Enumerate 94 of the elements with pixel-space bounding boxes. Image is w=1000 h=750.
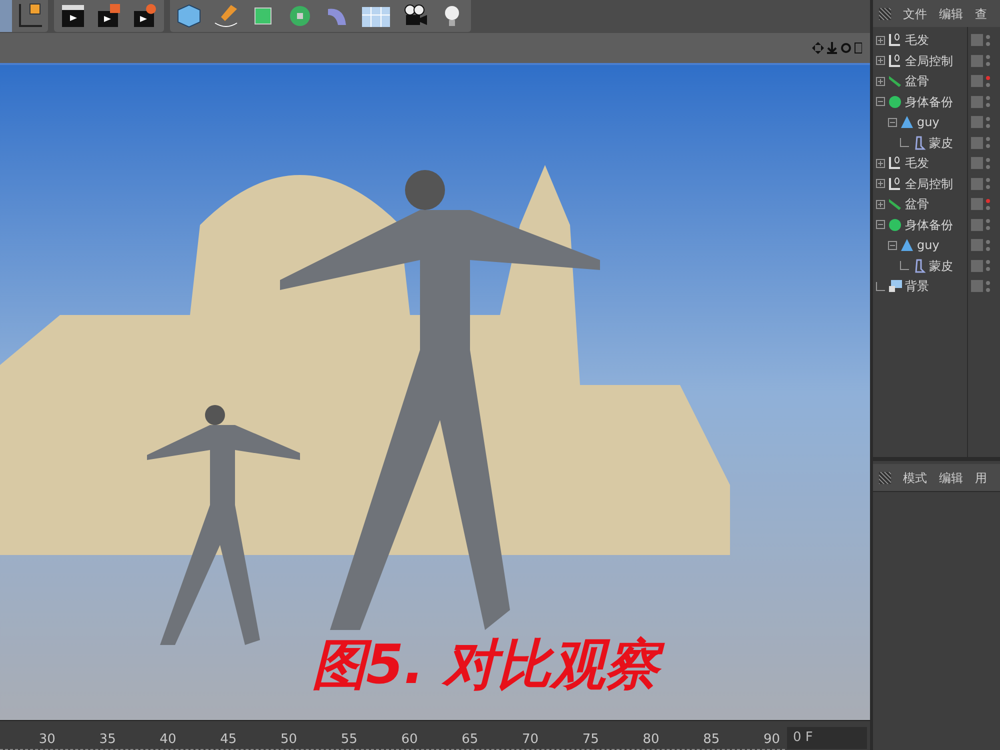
layer-icon[interactable] xyxy=(971,136,983,149)
expand-toggle-icon[interactable] xyxy=(876,56,885,66)
layer-icon[interactable] xyxy=(971,157,983,170)
layer-icon[interactable] xyxy=(971,280,983,292)
frame-number: 30 xyxy=(38,732,56,747)
object-name[interactable]: 背景 xyxy=(905,277,929,296)
null-object-icon xyxy=(888,54,902,68)
layer-icon[interactable] xyxy=(971,178,983,190)
object-name[interactable]: guy xyxy=(917,113,940,132)
visibility-dots-icon[interactable] xyxy=(986,280,990,292)
move-arrows-icon[interactable] xyxy=(812,42,824,54)
expand-toggle-icon[interactable] xyxy=(876,36,885,45)
object-name[interactable]: guy xyxy=(917,236,940,254)
expand-toggle-icon[interactable] xyxy=(876,76,885,86)
frame-number: 65 xyxy=(462,732,478,747)
object-name[interactable]: 身体备份 xyxy=(905,216,953,234)
expand-toggle-icon[interactable] xyxy=(876,158,885,168)
visibility-dots-icon[interactable] xyxy=(986,158,990,169)
triangle-icon xyxy=(900,115,914,130)
menu-item[interactable]: 模式 xyxy=(903,468,927,486)
layer-icon[interactable] xyxy=(971,54,983,67)
pen-icon[interactable] xyxy=(213,3,239,29)
visibility-dots-icon[interactable] xyxy=(986,34,990,46)
visibility-dots-icon[interactable] xyxy=(986,178,990,190)
skin-icon xyxy=(912,258,926,273)
cube-icon[interactable] xyxy=(176,3,202,29)
layer-icon[interactable] xyxy=(971,96,983,108)
background-icon xyxy=(888,279,902,294)
object-name[interactable]: 盆骨 xyxy=(905,195,929,214)
rotate-icon[interactable] xyxy=(840,42,852,54)
triangle-icon xyxy=(900,238,914,252)
frame-number: 35 xyxy=(99,732,116,747)
layer-icon[interactable] xyxy=(971,218,983,231)
collapse-toggle-icon[interactable] xyxy=(888,240,897,250)
layer-icon[interactable] xyxy=(971,198,983,210)
object-name[interactable]: 全局控制 xyxy=(905,52,953,70)
layer-icon[interactable] xyxy=(971,239,983,252)
panel-grip-icon xyxy=(879,472,891,484)
frame-number: 90 xyxy=(764,732,780,747)
visibility-dots-icon[interactable] xyxy=(986,96,990,108)
object-name[interactable]: 全局控制 xyxy=(905,174,953,193)
expand-toggle-icon[interactable] xyxy=(876,200,885,209)
clapperboard-gear-icon[interactable] xyxy=(132,3,158,29)
frame-number: 50 xyxy=(280,732,297,747)
visibility-dots-icon[interactable] xyxy=(986,240,990,251)
object-name[interactable]: 毛发 xyxy=(905,154,929,172)
frame-number: 85 xyxy=(703,732,720,747)
menu-item[interactable]: 编辑 xyxy=(939,468,963,486)
frame-number: 55 xyxy=(340,732,358,747)
skin-icon xyxy=(912,136,926,150)
window-icon[interactable] xyxy=(854,42,862,54)
frame-number: 40 xyxy=(160,732,176,747)
caption-text: 图5. 对比观察 xyxy=(312,630,669,700)
visibility-dots-icon[interactable] xyxy=(986,116,990,128)
panel-grip-icon xyxy=(879,8,891,20)
bone-icon xyxy=(888,74,902,88)
sphere-icon xyxy=(888,218,902,232)
expand-toggle-icon[interactable] xyxy=(876,179,885,188)
frame-number: 45 xyxy=(220,732,237,747)
sphere-icon xyxy=(888,94,902,109)
menu-item[interactable]: 编辑 xyxy=(939,4,963,22)
frame-number: 70 xyxy=(522,732,539,747)
visibility-dots-icon[interactable] xyxy=(986,260,990,272)
null-object-icon xyxy=(888,33,902,48)
layer-icon[interactable] xyxy=(971,116,983,128)
frame-number: 80 xyxy=(642,732,660,747)
visibility-dots-icon[interactable] xyxy=(986,198,990,210)
layer-icon[interactable] xyxy=(971,34,983,46)
down-arrow-icon[interactable] xyxy=(826,42,838,54)
visibility-dots-icon[interactable] xyxy=(986,55,990,66)
object-name[interactable]: 蒙皮 xyxy=(929,134,953,152)
bone-icon xyxy=(888,197,902,212)
layer-icon[interactable] xyxy=(971,75,983,88)
collapse-toggle-icon[interactable] xyxy=(876,220,885,230)
frame-number: 75 xyxy=(582,732,599,747)
object-name[interactable]: 盆骨 xyxy=(905,72,929,90)
menu-item[interactable]: 查 xyxy=(975,4,987,22)
visibility-dots-icon[interactable] xyxy=(986,219,990,230)
menu-item[interactable]: 用 xyxy=(975,468,987,486)
menu-item[interactable]: 文件 xyxy=(903,4,927,22)
visibility-dots-icon[interactable] xyxy=(986,137,990,148)
null-object-icon xyxy=(888,176,902,191)
clapperboard-icon[interactable] xyxy=(96,3,122,29)
object-name[interactable]: 毛发 xyxy=(905,31,929,50)
frame-field[interactable]: 0 F xyxy=(787,727,867,749)
layer-icon[interactable] xyxy=(971,260,983,272)
visibility-dots-icon[interactable] xyxy=(986,76,990,87)
object-name[interactable]: 蒙皮 xyxy=(929,256,953,275)
frame-number: 60 xyxy=(401,732,418,747)
object-name[interactable]: 身体备份 xyxy=(905,92,953,111)
null-object-icon xyxy=(888,156,902,170)
clapperboard-icon[interactable] xyxy=(60,3,86,29)
collapse-toggle-icon[interactable] xyxy=(888,118,897,127)
collapse-toggle-icon[interactable] xyxy=(876,97,885,106)
